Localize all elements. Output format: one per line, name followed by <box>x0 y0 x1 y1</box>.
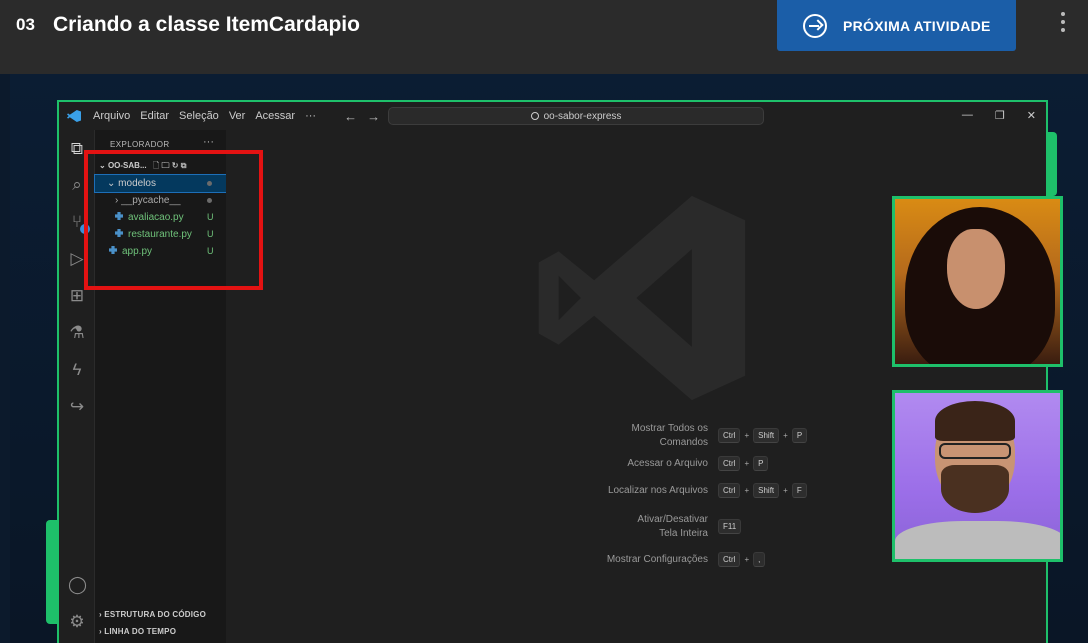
key-plus: + <box>783 486 788 495</box>
vscode-logo-icon <box>67 110 81 122</box>
key-cap: Ctrl <box>718 428 741 443</box>
instructor-webcam-2 <box>892 390 1063 562</box>
key-plus: + <box>744 459 750 468</box>
more-options-icon[interactable] <box>1060 12 1066 36</box>
menu-ver[interactable]: Ver <box>229 110 246 122</box>
testing-icon[interactable]: ⚗ <box>68 324 86 342</box>
menu-selecao[interactable]: Seleção <box>179 110 219 122</box>
command-center-search[interactable]: oo-sabor-express <box>388 107 764 125</box>
menu-arquivo[interactable]: Arquivo <box>93 110 130 122</box>
menu-editar[interactable]: Editar <box>140 110 169 122</box>
shortcut-keys: F11 <box>718 519 742 534</box>
key-cap: Ctrl <box>718 483 741 498</box>
key-plus: + <box>744 431 750 440</box>
instructor-webcam-1 <box>892 196 1063 367</box>
shortcut-label: Mostrar Todos os Comandos <box>631 423 708 448</box>
course-header: 03 Criando a classe ItemCardapio PRÓXIMA… <box>0 0 1088 74</box>
menu-acessar[interactable]: Acessar <box>255 110 295 122</box>
key-cap: Shift <box>753 428 780 443</box>
shortcut-label: Mostrar Configurações <box>606 554 708 565</box>
shortcut-keys: Ctrl + P <box>718 456 769 471</box>
close-icon[interactable]: ✕ <box>1027 109 1036 122</box>
search-text: oo-sabor-express <box>543 110 622 122</box>
outline-section[interactable]: › ESTRUTURA DO CÓDIGO <box>99 610 206 619</box>
restore-icon[interactable]: ❐ <box>995 109 1005 122</box>
share-icon[interactable]: ↪ <box>68 398 86 416</box>
key-cap: Ctrl <box>718 456 741 471</box>
key-plus: + <box>744 486 750 495</box>
lightning-icon[interactable]: ϟ <box>68 361 86 379</box>
minimize-icon[interactable]: — <box>962 109 973 122</box>
next-activity-label: PRÓXIMA ATIVIDADE <box>843 17 991 34</box>
shortcut-label: Ativar/Desativar Tela Inteira <box>637 514 708 539</box>
vscode-title-bar: Arquivo Editar Seleção Ver Acessar ··· ←… <box>59 102 1046 130</box>
explorer-more-button[interactable]: ··· <box>203 136 214 148</box>
key-cap: Ctrl <box>718 552 741 567</box>
vscode-watermark-icon <box>538 195 746 401</box>
shortcut-keys: Ctrl + Shift + F <box>718 483 807 498</box>
shortcut-keys: Ctrl +, <box>718 552 766 567</box>
key-cap: P <box>791 428 808 443</box>
settings-gear-icon[interactable]: ⚙ <box>68 613 86 631</box>
key-cap: P <box>753 456 769 471</box>
key-plus: + <box>744 555 750 564</box>
explorer-title: EXPLORADOR <box>110 140 170 149</box>
shortcut-label: Acessar o Arquivo <box>627 458 708 469</box>
shortcut-label: Localizar nos Arquivos <box>607 485 708 496</box>
arrow-right-circle-icon <box>803 13 827 38</box>
menu-more[interactable]: ··· <box>305 110 316 122</box>
lesson-title: Criando a classe ItemCardapio <box>53 13 360 36</box>
key-cap: F <box>791 483 807 498</box>
lesson-number: 03 <box>16 15 35 34</box>
forward-arrow-icon[interactable]: → <box>367 109 380 124</box>
account-icon[interactable]: ◯ <box>68 576 87 594</box>
key-cap: F11 <box>718 519 742 534</box>
highlight-annotation <box>84 150 263 290</box>
back-arrow-icon[interactable]: ← <box>344 109 357 124</box>
next-activity-button[interactable]: PRÓXIMA ATIVIDADE <box>777 0 1016 51</box>
timeline-section[interactable]: › LINHA DO TEMPO <box>99 627 176 636</box>
search-icon <box>530 112 539 120</box>
key-cap: Shift <box>753 483 780 498</box>
key-cap: , <box>753 552 766 567</box>
key-plus: + <box>783 431 788 440</box>
shortcut-keys: Ctrl + Shift + P <box>718 428 808 443</box>
